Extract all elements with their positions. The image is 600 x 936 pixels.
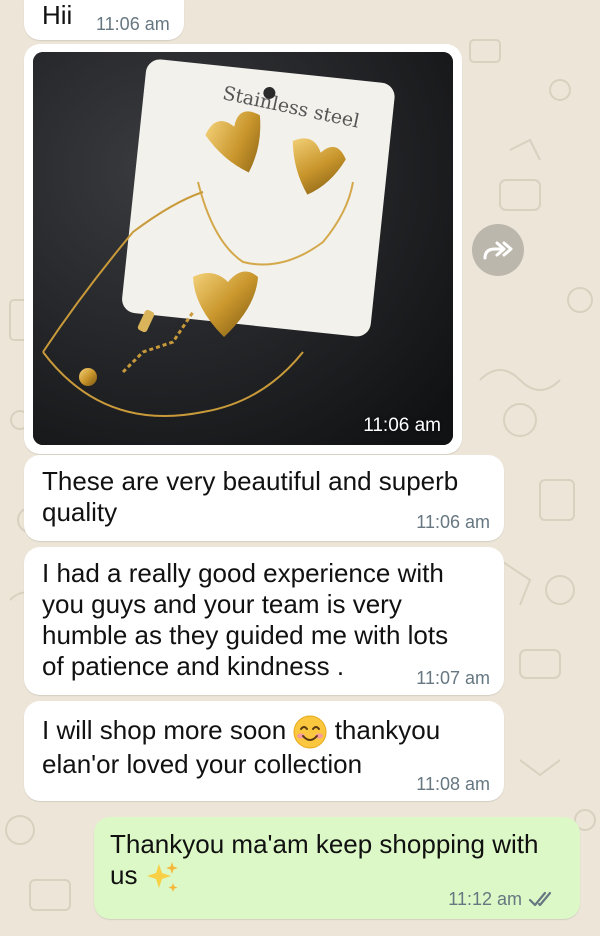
message-text-group: I will shop more soon thankyou elan'or l… bbox=[42, 715, 482, 780]
jewelry-photo-illustration: Stainless steel bbox=[33, 52, 453, 445]
message-bubble-incoming[interactable]: I will shop more soon thankyou elan'or l… bbox=[24, 701, 504, 801]
message-time: 11:06 am bbox=[416, 512, 490, 532]
smiling-face-emoji-icon bbox=[293, 715, 327, 749]
message-bubble-outgoing[interactable]: Thankyou ma'am keep shopping with us 11:… bbox=[94, 817, 580, 919]
message-text: Hii bbox=[42, 0, 73, 30]
message-time: 11:08 am bbox=[416, 774, 490, 794]
message-text-group: Thankyou ma'am keep shopping with us bbox=[110, 829, 570, 894]
message-bubble-incoming[interactable]: I had a really good experience with you … bbox=[24, 547, 504, 695]
forward-button[interactable] bbox=[472, 224, 524, 276]
jewelry-photo[interactable]: Stainless steel 11:06 am bbox=[33, 52, 453, 445]
message-time: 11:07 am bbox=[416, 668, 490, 688]
message-bubble-incoming[interactable]: These are very beautiful and superb qual… bbox=[24, 455, 504, 541]
message-text: These are very beautiful and superb qual… bbox=[42, 466, 459, 527]
message-time: 11:12 am bbox=[448, 889, 522, 909]
image-time: 11:06 am bbox=[363, 415, 441, 436]
message-bubble-incoming[interactable]: Hii 11:06 am bbox=[24, 0, 184, 40]
message-text-part: I will shop more soon bbox=[42, 715, 287, 745]
double-check-icon bbox=[528, 891, 552, 907]
message-time: 11:06 am bbox=[96, 14, 170, 34]
forward-icon bbox=[483, 241, 513, 260]
message-text: I had a really good experience with you … bbox=[42, 558, 449, 681]
sparkles-emoji-icon bbox=[146, 862, 178, 893]
